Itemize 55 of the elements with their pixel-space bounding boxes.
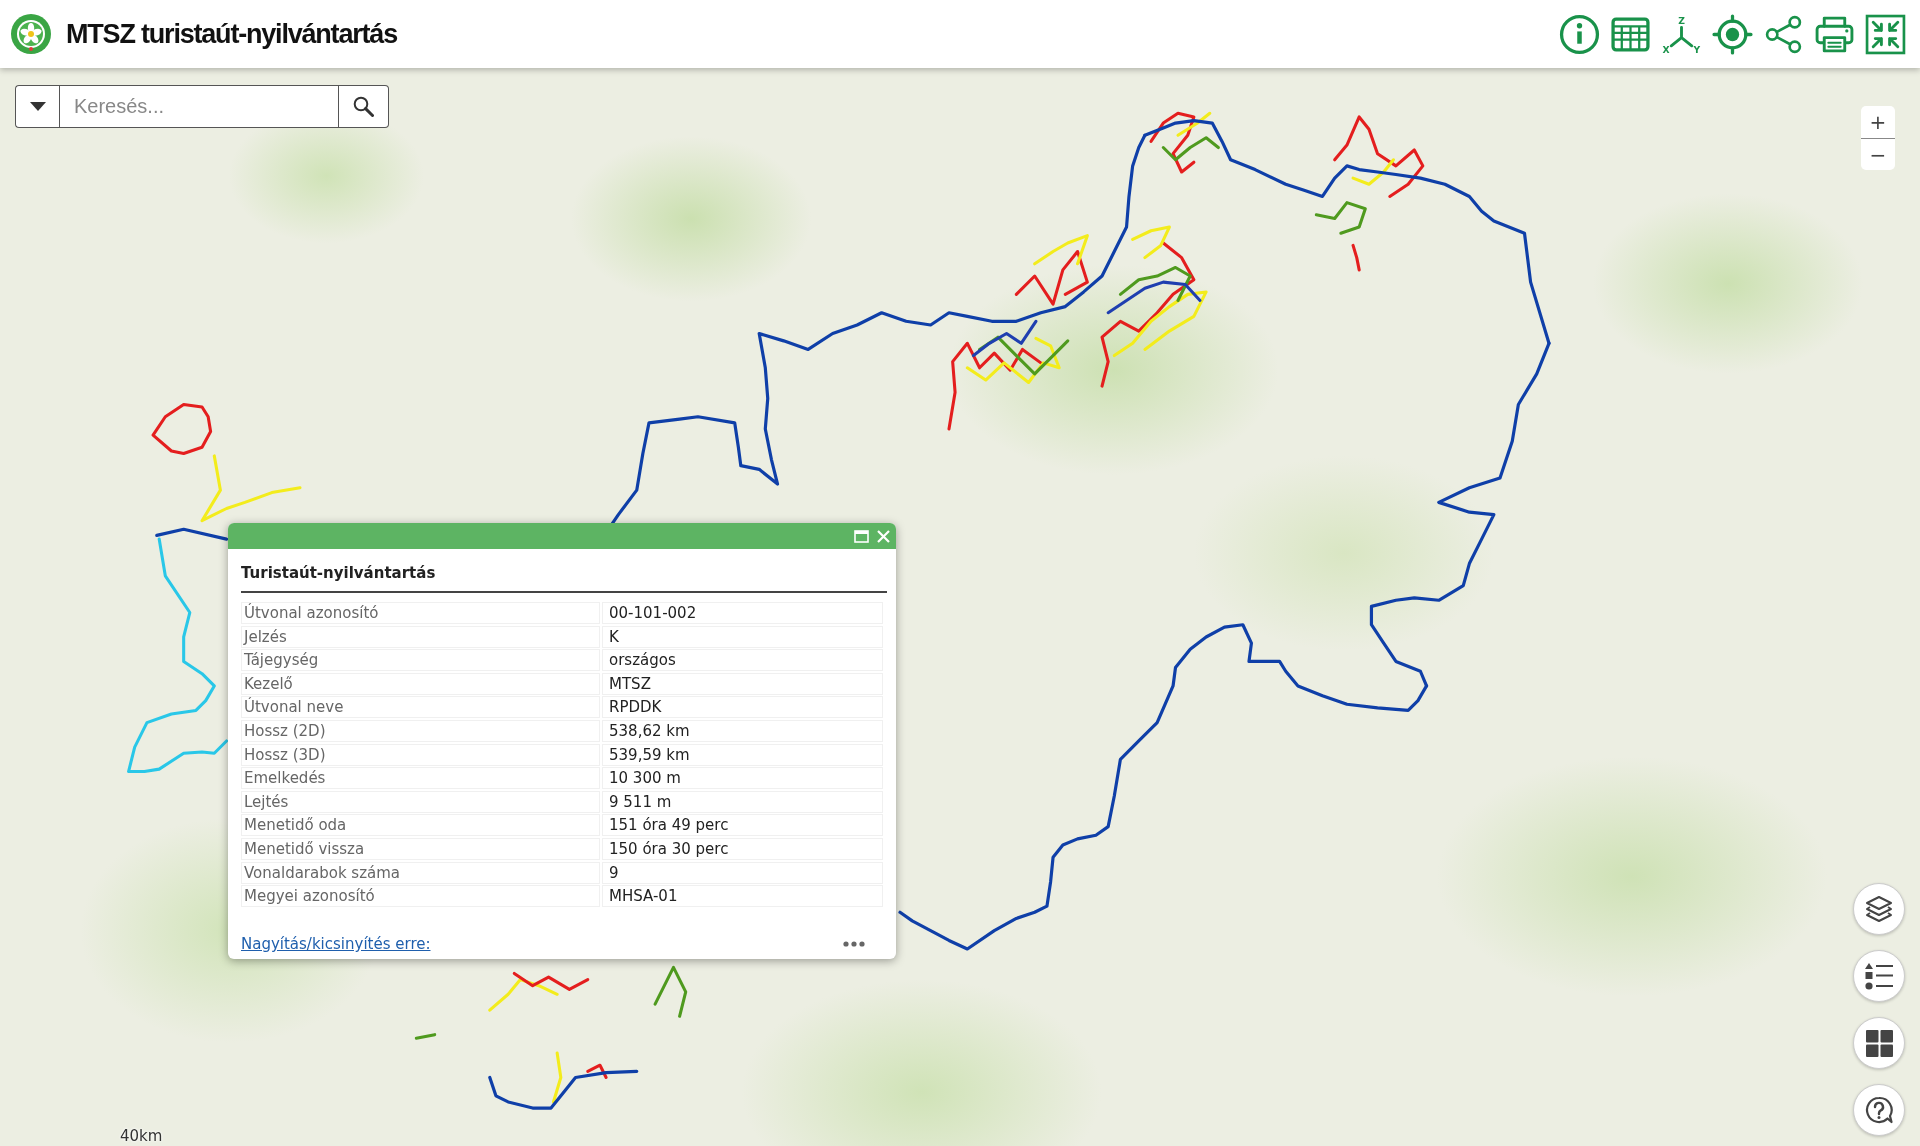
attribute-label: Emelkedés [241,767,600,790]
attribute-value: MTSZ [602,672,883,695]
attribute-label: Útvonal azonosító [241,602,600,624]
app-title: MTSZ turistaút-nyilvántartás [66,18,397,50]
attribute-value: 10 300 m [602,767,883,790]
layers-icon [1865,895,1893,923]
popup-title: Turistaút-nyilvántartás [241,564,887,593]
attribute-label: Megyei azonosító [241,885,600,908]
attribute-value: 00-101-002 [602,602,883,624]
search-icon [353,96,374,117]
maximize-icon[interactable] [854,529,869,543]
search-field[interactable]: Keresés... [59,85,339,128]
attribute-value: 9 511 m [602,790,883,813]
attribute-value: 151 óra 49 perc [602,814,883,837]
attribute-value: RPDDK [602,696,883,719]
layers-button[interactable] [1853,883,1905,935]
attribute-label: Vonaldarabok száma [241,861,600,884]
basemap-button[interactable] [1853,1017,1905,1069]
attribute-label: Kezelő [241,672,600,695]
attribute-value: országos [602,649,883,672]
logo-icon [10,13,52,55]
legend-list-icon [1865,962,1893,990]
close-icon[interactable] [877,529,890,543]
caret-icon [29,102,46,111]
hiking-trail-line [414,1033,437,1040]
attribute-label: Tájegység [241,649,600,672]
attribute-label: Hossz (3D) [241,743,600,766]
search-button[interactable] [339,85,389,128]
grid-icon [1865,1029,1893,1057]
help-button[interactable] [1853,1084,1905,1136]
share-icon[interactable] [1763,13,1804,55]
attribute-label: Hossz (2D) [241,719,600,742]
attribute-value: 538,62 km [602,719,883,742]
zoom-to-link[interactable]: Nagyítás/kicsinyítés erre: [241,935,431,953]
attribute-value: 150 óra 30 perc [602,837,883,860]
attribute-value: K [602,625,883,648]
attribute-value: 9 [602,861,883,884]
help-icon [1865,1096,1893,1124]
attribute-label: Menetidő vissza [241,837,600,860]
more-options-icon[interactable] [843,941,865,947]
locate-target-icon[interactable] [1712,13,1753,55]
attribute-value: 539,59 km [602,743,883,766]
zoom-in-button[interactable]: + [1861,106,1895,138]
attribute-label: Jelzés [241,625,600,648]
collapse-screen-icon[interactable] [1865,13,1906,55]
scale-label: 40km [120,1127,163,1145]
attribute-label: Lejtés [241,790,600,813]
info-icon[interactable] [1559,13,1600,55]
attribute-value: MHSA-01 [602,885,883,908]
zoom-out-button[interactable]: − [1861,138,1895,170]
hiking-trail-line [653,965,688,1018]
attribute-label: Menetidő oda [241,814,600,837]
search-type-dropdown[interactable] [15,85,59,128]
legend-button[interactable] [1853,950,1905,1002]
attribute-label: Útvonal neve [241,696,600,719]
